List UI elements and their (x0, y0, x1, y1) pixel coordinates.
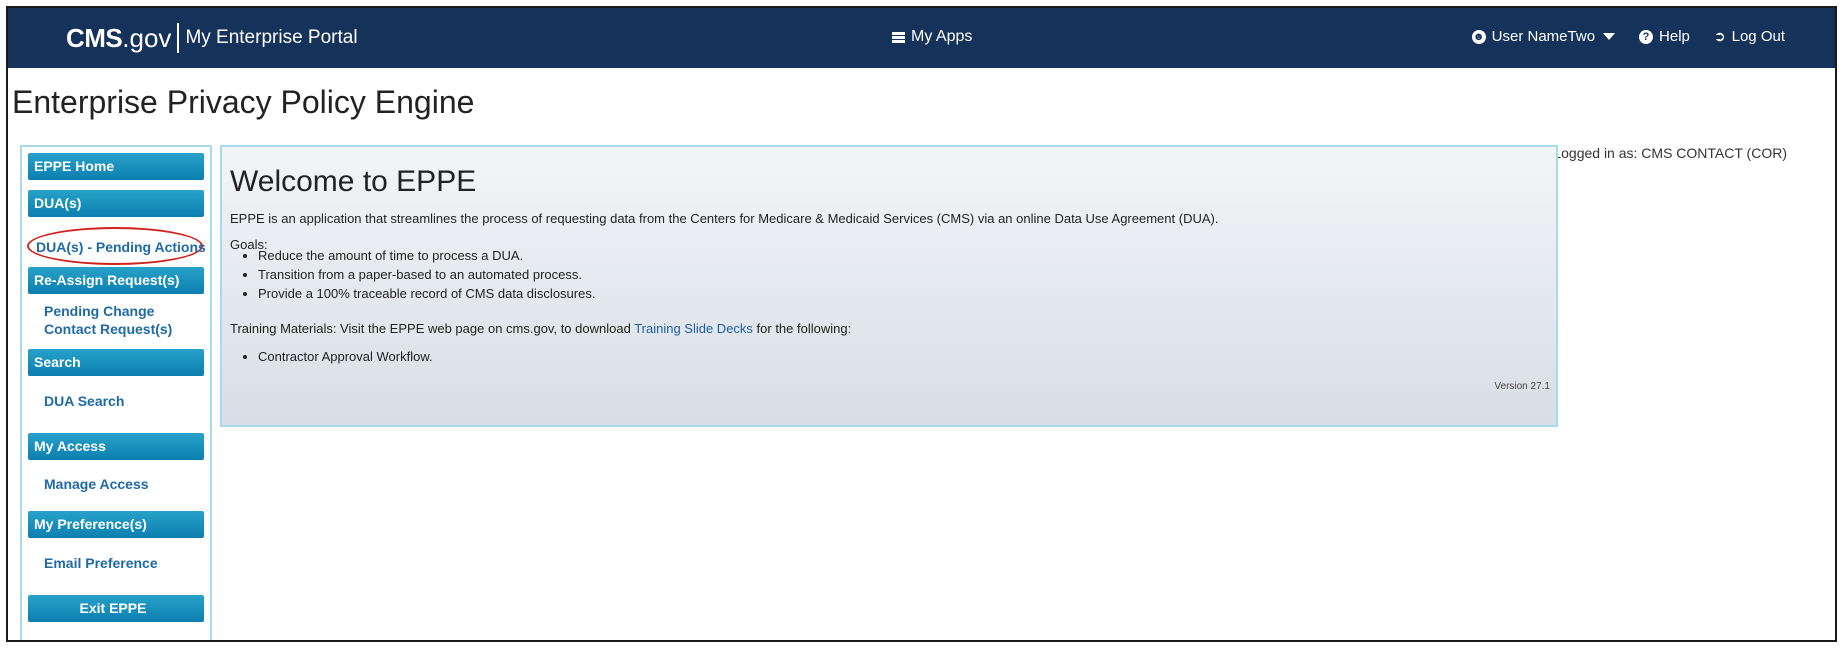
sidebar-dua-search[interactable]: DUA Search (44, 392, 214, 410)
sidebar-duas-pending-actions[interactable]: DUA(s) - Pending Actions (36, 238, 206, 256)
help-label: Help (1659, 28, 1690, 45)
page-title: Enterprise Privacy Policy Engine (12, 84, 475, 120)
list-item: Reduce the amount of time to process a D… (258, 246, 595, 265)
cms-logo[interactable]: CMS .gov My Enterprise Portal (66, 22, 358, 54)
sidebar-pending-change-contact[interactable]: Pending Change Contact Request(s) (44, 302, 194, 338)
sidebar-reassign-requests[interactable]: Re-Assign Request(s) (28, 267, 204, 294)
logout-link[interactable]: ➲ Log Out (1714, 28, 1785, 45)
top-navigation-bar: CMS .gov My Enterprise Portal My Apps ☻ U… (8, 8, 1835, 68)
user-menu-button[interactable]: ☻ User NameTwo (1471, 28, 1616, 45)
training-prefix: Training Materials: Visit the EPPE web p… (230, 321, 635, 336)
intro-text: EPPE is an application that streamlines … (230, 211, 1219, 226)
question-circle-icon: ? (1639, 29, 1654, 44)
help-link[interactable]: ? Help (1639, 28, 1690, 45)
sidebar-my-access[interactable]: My Access (28, 433, 204, 460)
training-slide-decks-link[interactable]: Training Slide Decks (634, 321, 753, 336)
my-apps-link[interactable]: My Apps (892, 28, 972, 46)
sidebar-search[interactable]: Search (28, 349, 204, 376)
logout-label: Log Out (1731, 28, 1785, 45)
user-name: User NameTwo (1491, 28, 1596, 45)
goals-list: Reduce the amount of time to process a D… (222, 246, 595, 303)
logo-divider (177, 23, 180, 53)
list-item: Transition from a paper-based to an auto… (258, 265, 595, 284)
logo-gov-text: .gov (122, 22, 172, 53)
list-item: Contractor Approval Workflow. (258, 347, 433, 366)
welcome-panel: Welcome to EPPE EPPE is an application t… (220, 145, 1558, 427)
sidebar-manage-access[interactable]: Manage Access (44, 475, 214, 493)
portal-name: My Enterprise Portal (185, 27, 358, 48)
my-apps-label: My Apps (911, 28, 973, 45)
list-item: Provide a 100% traceable record of CMS d… (258, 284, 595, 303)
browser-frame: CMS .gov My Enterprise Portal My Apps ☻ U… (6, 6, 1837, 642)
logout-icon: ➲ (1713, 28, 1726, 44)
sidebar-eppe-home[interactable]: EPPE Home (28, 153, 204, 180)
caret-down-icon (1603, 33, 1616, 40)
user-nav: ☻ User NameTwo ? Help ➲ Log Out (1448, 28, 1785, 45)
logo-cms-text: CMS (66, 22, 123, 53)
user-circle-icon: ☻ (1471, 29, 1486, 44)
workflow-list: Contractor Approval Workflow. (222, 347, 433, 366)
version-label: Version 27.1 (1494, 381, 1550, 392)
sidebar-duas[interactable]: DUA(s) (28, 190, 204, 217)
welcome-heading: Welcome to EPPE (230, 165, 477, 198)
logged-in-status: Logged in as: CMS CONTACT (COR) (1553, 145, 1787, 161)
exit-eppe-button[interactable]: Exit EPPE (28, 595, 204, 622)
training-text: Training Materials: Visit the EPPE web p… (230, 321, 851, 336)
list-icon (892, 31, 905, 43)
sidebar-email-preference[interactable]: Email Preference (44, 554, 214, 572)
training-suffix: for the following: (752, 321, 852, 336)
sidebar-my-preferences[interactable]: My Preference(s) (28, 511, 204, 538)
sidebar: EPPE Home DUA(s) DUA(s) - Pending Action… (20, 145, 214, 640)
